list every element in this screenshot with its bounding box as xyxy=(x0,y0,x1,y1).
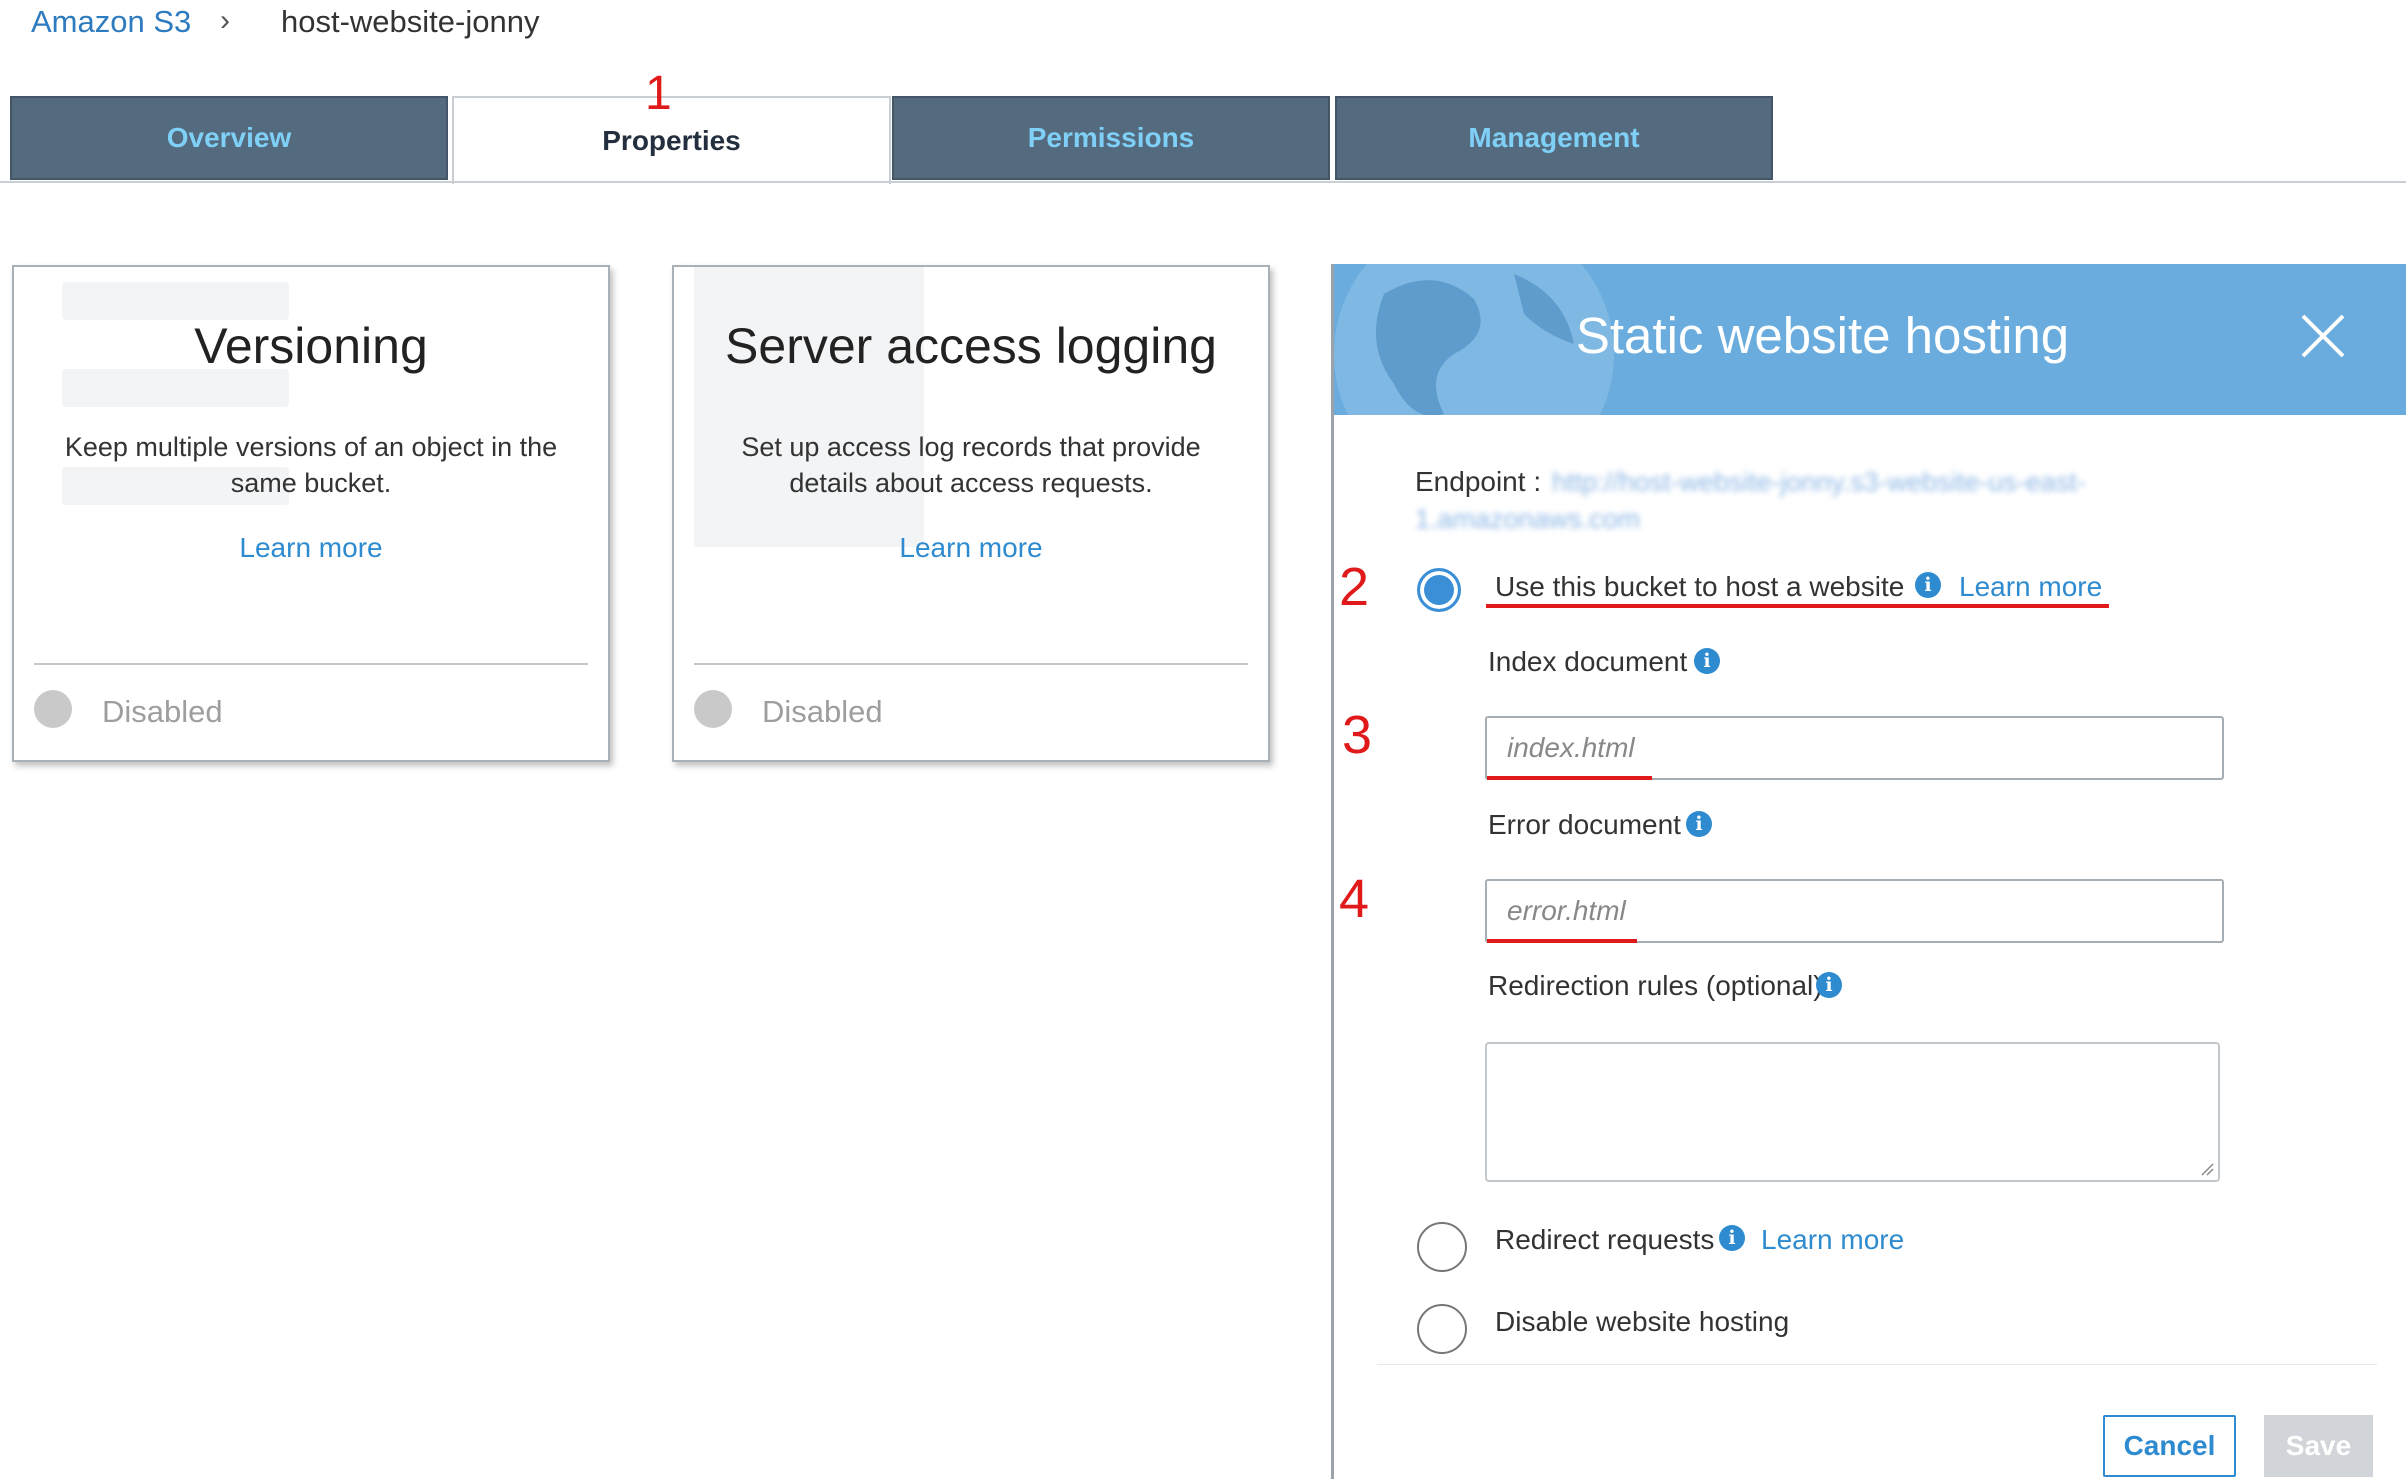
annotation-3: 3 xyxy=(1342,705,1373,765)
endpoint-value: http://host-website-jonny.s3-website-us-… xyxy=(1552,467,2086,497)
tab-label: Overview xyxy=(166,122,292,153)
status-indicator xyxy=(34,690,72,728)
learn-more-link[interactable]: Learn more xyxy=(674,532,1268,564)
disable-hosting-radio[interactable] xyxy=(1417,1304,1467,1354)
cancel-button-label: Cancel xyxy=(2123,1430,2216,1461)
error-document-label: Error document xyxy=(1488,809,1681,840)
static-website-hosting-panel: Static website hosting Endpoint : http:/… xyxy=(1331,264,2406,1479)
card-divider xyxy=(34,663,588,665)
info-icon[interactable]: i xyxy=(1694,648,1720,674)
cancel-button[interactable]: Cancel xyxy=(2103,1415,2236,1477)
card-divider xyxy=(694,663,1248,665)
card-watermark xyxy=(694,267,924,547)
panel-header: Static website hosting xyxy=(1334,264,2406,415)
card-watermark xyxy=(62,282,289,320)
tab-label: Permissions xyxy=(1027,122,1195,153)
index-document-label: Index document xyxy=(1488,646,1688,677)
annotation-4: 4 xyxy=(1339,869,1370,929)
close-icon[interactable] xyxy=(2295,308,2351,364)
breadcrumb-amazon-s3[interactable]: Amazon S3 xyxy=(31,4,191,40)
tab-label: Management xyxy=(1468,122,1640,153)
index-document-placeholder: index.html xyxy=(1507,732,1635,763)
host-website-learn-more[interactable]: Learn more xyxy=(1959,571,2102,603)
redirection-rules-label: Redirection rules (optional) xyxy=(1488,970,1823,1001)
info-icon[interactable]: i xyxy=(1686,811,1712,837)
endpoint-value-line2: 1.amazonaws.com xyxy=(1415,504,1641,534)
error-document-placeholder: error.html xyxy=(1507,895,1626,926)
versioning-card[interactable]: Versioning Keep multiple versions of an … xyxy=(12,265,610,762)
redirect-requests-learn-more[interactable]: Learn more xyxy=(1761,1224,1904,1256)
breadcrumb-separator: › xyxy=(220,4,230,37)
card-title: Server access logging xyxy=(725,318,1217,374)
annotation-underline xyxy=(1487,939,1637,943)
info-icon[interactable]: i xyxy=(1816,972,1842,998)
card-title: Versioning xyxy=(194,318,428,374)
status-text: Disabled xyxy=(762,694,883,729)
save-button[interactable]: Save xyxy=(2264,1415,2373,1477)
annotation-underline xyxy=(1486,604,2109,608)
footer-divider xyxy=(1377,1364,2377,1365)
breadcrumb-bucket: host-website-jonny xyxy=(281,4,540,39)
tab-overview[interactable]: Overview xyxy=(10,96,448,180)
status-text: Disabled xyxy=(102,694,223,729)
redirection-rules-textarea[interactable] xyxy=(1485,1042,2220,1182)
status-indicator xyxy=(694,690,732,728)
tab-divider xyxy=(0,181,2406,183)
error-document-input[interactable]: error.html xyxy=(1485,879,2224,943)
resize-handle-icon[interactable] xyxy=(2200,1162,2214,1176)
annotation-underline xyxy=(1487,776,1652,780)
card-description: Set up access log records that provide d… xyxy=(741,432,1201,498)
server-access-logging-card[interactable]: Server access logging Set up access log … xyxy=(672,265,1270,762)
endpoint-label: Endpoint : xyxy=(1415,466,1542,497)
redirect-requests-label: Redirect requests xyxy=(1495,1224,1715,1255)
annotation-2: 2 xyxy=(1339,557,1370,617)
card-description: Keep multiple versions of an object in t… xyxy=(64,432,558,498)
save-button-label: Save xyxy=(2285,1430,2352,1461)
annotation-1: 1 xyxy=(645,67,672,120)
info-icon[interactable]: i xyxy=(1915,572,1941,598)
disable-hosting-label: Disable website hosting xyxy=(1495,1306,1790,1337)
redirect-requests-radio[interactable] xyxy=(1417,1222,1467,1272)
index-document-input[interactable]: index.html xyxy=(1485,716,2224,780)
tab-permissions[interactable]: Permissions xyxy=(892,96,1330,180)
tab-management[interactable]: Management xyxy=(1335,96,1773,180)
panel-title: Static website hosting xyxy=(1575,307,2070,364)
info-icon[interactable]: i xyxy=(1719,1225,1745,1251)
tab-label: Properties xyxy=(602,125,741,156)
learn-more-link[interactable]: Learn more xyxy=(14,532,608,564)
host-website-label: Use this bucket to host a website xyxy=(1495,571,1905,602)
host-website-radio[interactable] xyxy=(1417,568,1461,612)
